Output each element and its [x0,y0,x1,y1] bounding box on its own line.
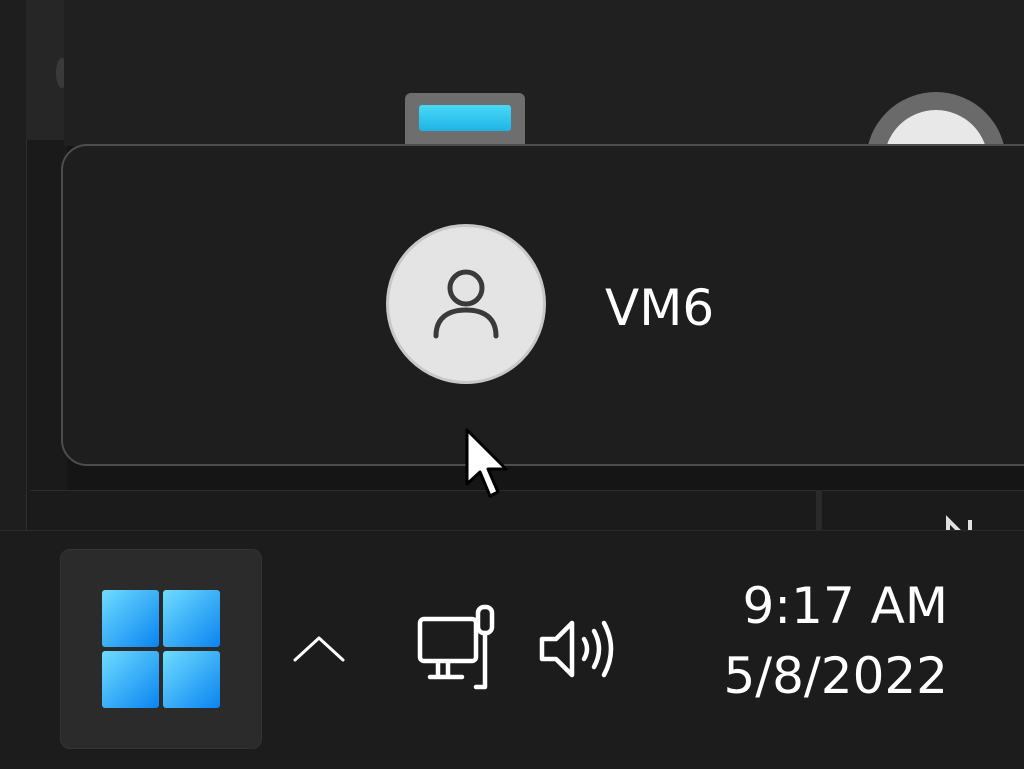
clock-time: 9:17 AM [742,577,948,635]
account-flyout: VM6 [61,144,1024,466]
background-divider [816,490,822,530]
windows-logo-icon [102,590,220,708]
user-avatar[interactable] [386,224,546,384]
account-name[interactable]: VM6 [605,278,714,338]
mouse-cursor-icon [465,428,508,498]
chevron-up-icon [293,636,345,662]
speaker-volume-icon [539,620,614,678]
clock-date: 5/8/2022 [723,647,948,705]
pinned-app-accent-bar [419,105,511,131]
person-icon [433,269,499,339]
network-button[interactable] [414,603,504,693]
show-hidden-icons-button[interactable] [286,619,352,679]
background-window-edge [0,0,26,530]
wired-network-icon [417,604,495,690]
partial-letter-glyph [945,512,975,530]
taskbar: 9:17 AM 5/8/2022 [0,530,1024,769]
start-button[interactable] [60,549,262,749]
volume-button[interactable] [536,613,626,685]
pinned-app-icon[interactable] [405,93,525,145]
desktop-area: VM6 [0,0,1024,530]
taskbar-clock[interactable]: 9:17 AM 5/8/2022 [723,571,948,711]
background-window-content [30,490,1024,530]
